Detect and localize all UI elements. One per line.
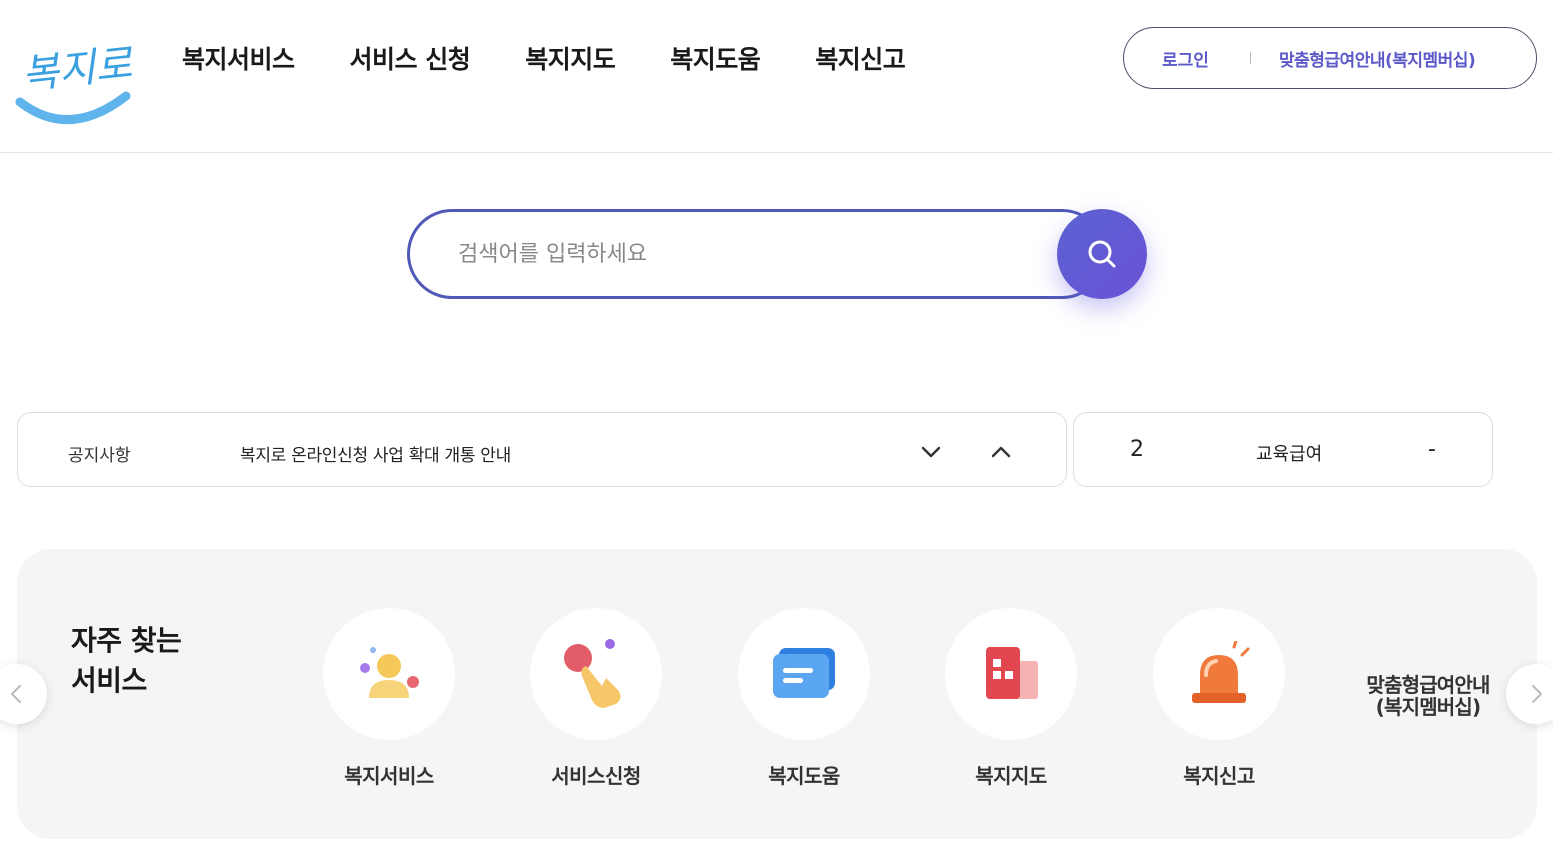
service-map[interactable]: 복지지도 <box>945 608 1077 789</box>
membership-line-2: (복지멤버십) <box>1375 695 1481 719</box>
main-nav: 복지서비스 서비스 신청 복지지도 복지도움 복지신고 <box>182 40 960 76</box>
title-line-2: 서비스 <box>71 664 147 697</box>
service-help[interactable]: 복지도움 <box>738 608 870 789</box>
logo-text: 복지로 <box>20 41 132 99</box>
chevron-down-icon <box>921 446 941 458</box>
notice-bar: 공지사항 복지로 온라인신청 사업 확대 개통 안내 <box>17 412 1067 487</box>
siren-icon <box>1192 641 1250 703</box>
site-header: 복지로 복지서비스 서비스 신청 복지지도 복지도움 복지신고 로그인 맞춤형급… <box>0 0 1553 153</box>
notice-next-button[interactable] <box>918 439 944 465</box>
auth-box: 로그인 맞춤형급여안내(복지멤버십) <box>1123 27 1537 89</box>
service-welfare[interactable]: 복지서비스 <box>323 608 455 789</box>
notice-prev-button[interactable] <box>988 439 1014 465</box>
service-icon-circle <box>323 608 455 740</box>
site-logo[interactable]: 복지로 <box>14 22 137 130</box>
frequent-services-panel: 자주 찾는 서비스 복지서비스 서비스신청 복지도움 복지지도 복지신고 맞춤형… <box>17 549 1537 839</box>
service-label: 복지지도 <box>975 764 1047 788</box>
search-input[interactable] <box>407 209 1107 299</box>
person-icon <box>360 647 419 698</box>
keyword-link[interactable]: 교육급여 <box>1256 440 1322 466</box>
service-label: 복지서비스 <box>344 764 434 788</box>
nav-welfare-service[interactable]: 복지서비스 <box>182 40 295 76</box>
service-icon-circle <box>945 608 1077 740</box>
nav-welfare-help[interactable]: 복지도움 <box>670 40 761 76</box>
notice-link[interactable]: 복지로 온라인신청 사업 확대 개통 안내 <box>240 441 511 466</box>
frequent-services-title: 자주 찾는 서비스 <box>71 621 182 701</box>
popular-keyword-box: 2 교육급여 - <box>1073 412 1493 487</box>
membership-line-1: 맞춤형급여안내 <box>1366 673 1490 697</box>
hand-pointer-icon <box>564 639 621 708</box>
service-apply[interactable]: 서비스신청 <box>530 608 662 789</box>
keyword-change: - <box>1428 437 1436 462</box>
chat-bubble-icon <box>773 648 835 698</box>
service-report[interactable]: 복지신고 <box>1153 608 1285 789</box>
auth-divider <box>1250 52 1251 64</box>
title-line-1: 자주 찾는 <box>71 624 182 657</box>
keyword-rank: 2 <box>1130 437 1144 462</box>
search-button[interactable] <box>1057 209 1147 299</box>
chevron-right-icon <box>1532 685 1542 703</box>
service-icon-circle <box>1153 608 1285 740</box>
bokjiro-logo-icon: 복지로 <box>15 41 137 124</box>
service-label: 복지신고 <box>1183 764 1255 788</box>
search-icon <box>1088 240 1116 268</box>
service-icon-circle <box>530 608 662 740</box>
service-icon-circle <box>738 608 870 740</box>
nav-service-apply[interactable]: 서비스 신청 <box>350 40 471 76</box>
service-label: 복지도움 <box>768 764 840 788</box>
building-icon <box>986 647 1038 699</box>
chevron-left-icon <box>11 685 21 703</box>
nav-welfare-report[interactable]: 복지신고 <box>815 40 906 76</box>
chevron-up-icon <box>991 446 1011 458</box>
notice-label: 공지사항 <box>68 446 131 466</box>
service-label: 서비스신청 <box>551 764 641 788</box>
login-link[interactable]: 로그인 <box>1162 46 1209 71</box>
membership-link[interactable]: 맞춤형급여안내(복지멤버십) <box>1279 46 1476 71</box>
search-bar <box>407 209 1147 299</box>
nav-welfare-map[interactable]: 복지지도 <box>525 40 616 76</box>
service-membership[interactable]: 맞춤형급여안내 (복지멤버십) <box>1353 674 1503 718</box>
